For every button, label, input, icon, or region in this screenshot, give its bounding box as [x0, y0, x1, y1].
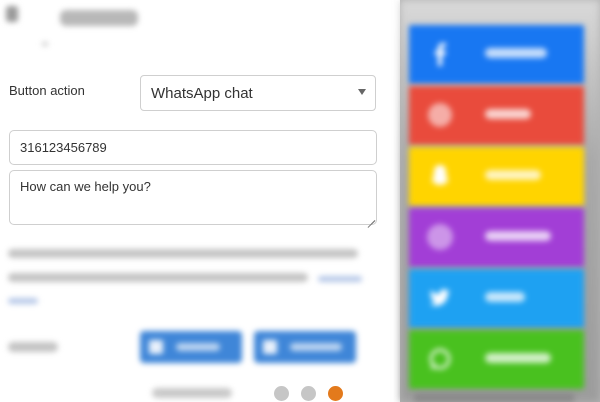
instagram-icon	[425, 222, 455, 252]
desktop-toggle-label-blurred	[290, 343, 342, 351]
button-action-selected-value: WhatsApp chat	[151, 84, 253, 102]
snapchat-label-blurred	[485, 170, 541, 180]
back-icon[interactable]	[6, 6, 18, 22]
pager-dot-3[interactable]	[328, 386, 343, 401]
twitter-label-blurred	[485, 292, 525, 302]
chevron-down-icon	[358, 89, 366, 95]
twitter-button[interactable]	[409, 269, 584, 328]
facebook-icon	[425, 39, 455, 69]
blurred-help-text-line-2	[8, 273, 308, 282]
whatsapp-button[interactable]	[409, 330, 584, 389]
facebook-label-blurred	[485, 48, 547, 58]
resize-grip-icon[interactable]	[366, 213, 375, 222]
whatsapp-label-blurred	[485, 353, 551, 363]
instagram-button[interactable]	[409, 208, 584, 267]
instagram-label-blurred	[485, 231, 551, 241]
blurred-help-link-2[interactable]	[8, 298, 38, 304]
twitter-icon	[425, 283, 455, 313]
blurred-help-text-line-1	[8, 249, 358, 258]
blurred-mark	[42, 42, 48, 46]
settings-panel: Button action WhatsApp chat How can we h…	[0, 0, 400, 402]
page: Button action WhatsApp chat How can we h…	[0, 0, 600, 402]
blurred-footer-text	[152, 388, 232, 398]
whatsapp-icon	[425, 344, 455, 374]
desktop-toggle-button[interactable]	[254, 331, 356, 363]
blurred-help-link[interactable]	[318, 276, 362, 282]
pager-dot-2[interactable]	[301, 386, 316, 401]
mobile-check-icon	[149, 340, 163, 354]
google-label-blurred	[485, 109, 531, 119]
snapchat-icon	[425, 161, 455, 191]
pager-dot-1[interactable]	[274, 386, 289, 401]
snapchat-button[interactable]	[409, 147, 584, 206]
google-button[interactable]	[409, 86, 584, 145]
preview-panel	[400, 0, 600, 402]
facebook-button[interactable]	[409, 25, 584, 84]
button-action-select[interactable]: WhatsApp chat	[140, 75, 376, 111]
panel-header	[0, 0, 400, 40]
mobile-toggle-label-blurred	[176, 343, 220, 351]
panel-title-blurred	[60, 10, 138, 26]
blurred-show-on-label	[8, 342, 58, 352]
google-icon	[425, 100, 455, 130]
message-textarea[interactable]: How can we help you?	[9, 170, 377, 225]
desktop-check-icon	[263, 340, 277, 354]
button-action-label: Button action	[9, 83, 85, 98]
preview-shadow	[414, 393, 574, 402]
mobile-toggle-button[interactable]	[140, 331, 242, 363]
phone-number-input[interactable]	[9, 130, 377, 165]
